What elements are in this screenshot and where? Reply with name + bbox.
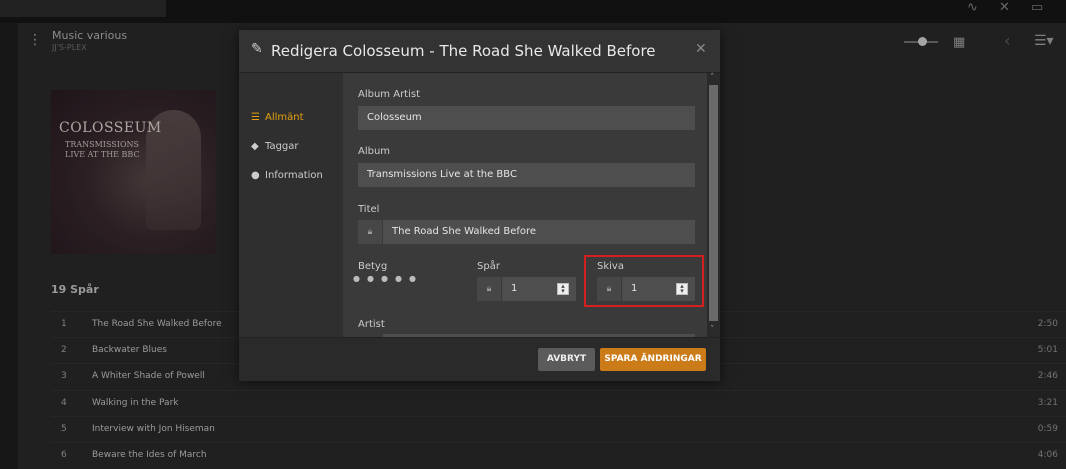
pencil-icon: ✎ [251,41,263,57]
album-artist-label: Album Artist [358,89,421,100]
save-changes-button[interactable]: SPARA ÄNDRINGAR [600,348,706,371]
dialog-footer: AVBRYT SPARA ÄNDRINGAR [239,337,720,381]
list-icon: ☰ [251,112,260,123]
sidebar-item-information[interactable]: ● Information [251,170,323,181]
info-icon: ● [251,170,260,181]
lock-icon[interactable]: 🔒︎ [477,277,501,301]
title-label: Titel [358,204,380,215]
sidebar-item-label: Information [265,170,323,181]
album-field[interactable]: Transmissions Live at the BBC [358,163,695,187]
dialog-header: ✎ Redigera Colosseum - The Road She Walk… [239,30,720,73]
rating-stars[interactable]: ●●●●● [353,274,423,283]
title-field[interactable]: The Road She Walked Before [383,220,695,244]
rating-star-icon[interactable]: ● [409,274,423,283]
scroll-up-icon[interactable]: ˄ [710,73,715,83]
album-label: Album [358,146,391,157]
rating-star-icon[interactable]: ● [381,274,395,283]
sidebar-item-label: Allmänt [265,112,304,123]
dialog-scrollbar[interactable]: ˄ ˅ [707,73,720,337]
sidebar-item-general[interactable]: ☰ Allmänt [251,112,304,123]
rating-label: Betyg [358,261,388,272]
sidebar-item-label: Taggar [265,141,299,152]
scroll-down-icon[interactable]: ˅ [710,325,715,335]
album-artist-field[interactable]: Colosseum [358,106,695,130]
sidebar-item-tags[interactable]: ◆ Taggar [251,141,299,152]
scrollbar-thumb[interactable] [709,85,718,321]
rating-star-icon[interactable]: ● [395,274,409,283]
lock-icon[interactable]: 🔒︎ [358,220,382,244]
dialog-sidebar: ☰ Allmänt ◆ Taggar ● Information [239,73,344,337]
edit-track-dialog: ✎ Redigera Colosseum - The Road She Walk… [239,30,720,381]
rating-star-icon[interactable]: ● [367,274,381,283]
disc-field-highlight [584,255,704,307]
tag-icon: ◆ [251,141,259,152]
artist-label: Artist [358,319,385,330]
dialog-title: Redigera Colosseum - The Road She Walked… [271,42,656,60]
track-number-label: Spår [477,261,500,272]
track-number-stepper[interactable]: ▴ ▾ [557,283,569,295]
cancel-button[interactable]: AVBRYT [538,348,595,371]
close-icon[interactable]: ✕ [695,41,707,57]
rating-star-icon[interactable]: ● [353,274,367,283]
